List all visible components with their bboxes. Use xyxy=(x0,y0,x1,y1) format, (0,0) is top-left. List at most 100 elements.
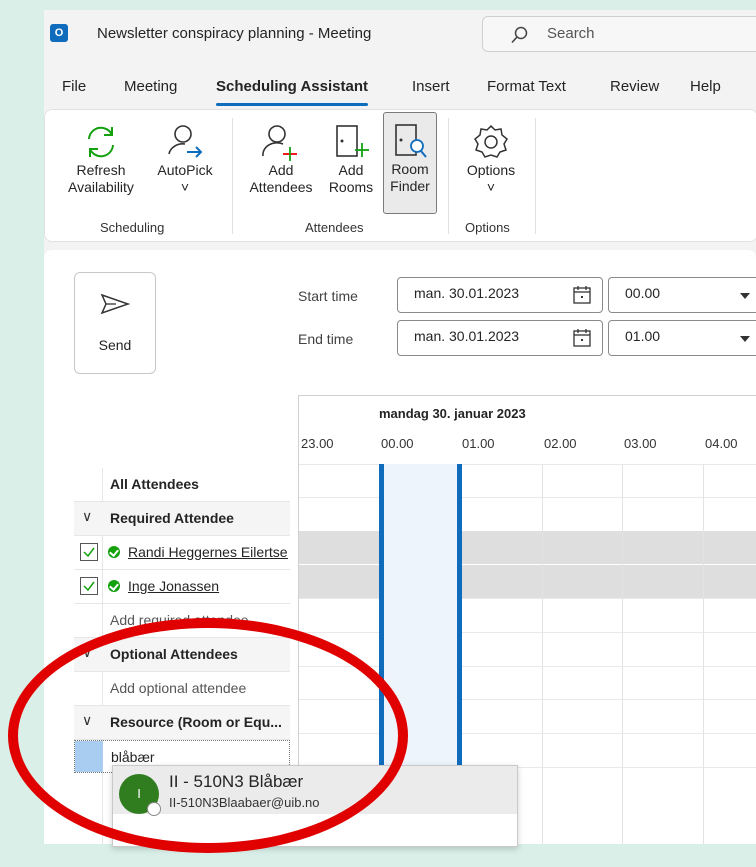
busy-row xyxy=(299,565,756,598)
chevron-down-icon[interactable]: ∨ xyxy=(82,712,92,729)
menu-bar: File Meeting Scheduling Assistant Insert… xyxy=(44,72,756,106)
grid-row-line xyxy=(299,733,756,734)
add-rooms-label-1: Add xyxy=(338,162,364,178)
search-icon xyxy=(511,26,528,44)
busy-row xyxy=(299,531,756,564)
attendee-row[interactable]: Randi Heggernes Eilertsen xyxy=(74,536,290,570)
grid-col-line xyxy=(622,464,623,844)
add-attendees-icon xyxy=(262,125,297,161)
send-button[interactable]: Send xyxy=(74,272,156,374)
attendee-name[interactable]: Randi Heggernes Eilertsen xyxy=(128,544,288,560)
refresh-icon xyxy=(88,126,114,158)
grid-row-line xyxy=(299,464,756,465)
end-time-value: 01.00 xyxy=(625,328,661,344)
search-box[interactable]: Search xyxy=(482,16,756,52)
resource-group-row[interactable]: ∨ Resource (Room or Equ... xyxy=(74,706,290,740)
grid-row-line xyxy=(299,497,756,498)
grid-row-line xyxy=(299,666,756,667)
refresh-label-2: Availability xyxy=(68,179,134,195)
refresh-availability-button[interactable]: Refresh Availability xyxy=(59,114,143,196)
group-label-scheduling: Scheduling xyxy=(100,220,165,235)
room-finder-label-1: Room xyxy=(391,161,429,177)
checkmark-icon xyxy=(83,581,95,592)
chevron-down-icon[interactable]: ∨ xyxy=(82,644,92,661)
options-chevron: ˅ xyxy=(486,179,496,195)
optional-group-row[interactable]: ∨ Optional Attendees xyxy=(74,638,290,672)
end-date-picker[interactable]: man. 30.01.2023 xyxy=(397,320,603,356)
end-time-label: End time xyxy=(298,331,354,347)
required-group-row[interactable]: ∨ Required Attendee xyxy=(74,502,290,536)
menu-format-text[interactable]: Format Text xyxy=(487,78,566,95)
end-time-select[interactable]: 01.00 xyxy=(608,320,756,356)
grid-row-line xyxy=(299,632,756,633)
group-separator xyxy=(448,118,449,234)
add-optional-attendee-input[interactable]: Add optional attendee xyxy=(110,680,288,696)
autocomplete-suggestion[interactable]: I II - 510N3 Blåbær II-510N3Blaabaer@uib… xyxy=(112,765,518,847)
optional-group-label: Optional Attendees xyxy=(110,646,238,662)
grid-row-line xyxy=(299,699,756,700)
autopick-icon xyxy=(168,125,203,158)
menu-meeting[interactable]: Meeting xyxy=(124,78,177,95)
add-optional-row[interactable]: Add optional attendee xyxy=(74,672,290,706)
start-date-value: man. 30.01.2023 xyxy=(414,285,520,301)
options-button[interactable]: Options ˅ xyxy=(458,114,524,196)
suggestion-name[interactable]: II - 510N3 Blåbær xyxy=(169,772,303,792)
add-required-row[interactable]: Add required attendee xyxy=(74,604,290,638)
calendar-icon[interactable] xyxy=(572,285,592,305)
menu-insert[interactable]: Insert xyxy=(412,78,450,95)
available-status-icon xyxy=(108,580,120,592)
attendee-checkbox[interactable] xyxy=(80,543,98,561)
send-icon xyxy=(100,293,130,315)
start-date-picker[interactable]: man. 30.01.2023 xyxy=(397,277,603,313)
available-status-icon xyxy=(108,546,120,558)
menu-scheduling-assistant[interactable]: Scheduling Assistant xyxy=(216,78,368,106)
attendee-name[interactable]: Inge Jonassen xyxy=(128,578,288,594)
hour-label: 00.00 xyxy=(381,436,414,451)
options-label: Options xyxy=(466,162,516,178)
room-finder-button[interactable]: Room Finder xyxy=(383,112,437,214)
required-group-label: Required Attendee xyxy=(110,510,234,526)
hour-label: 04.00 xyxy=(705,436,738,451)
group-separator xyxy=(535,118,536,234)
day-header: mandag 30. januar 2023 xyxy=(379,406,526,421)
checkmark-icon xyxy=(83,547,95,558)
hour-label: 01.00 xyxy=(462,436,495,451)
hour-label: 02.00 xyxy=(544,436,577,451)
add-rooms-label-2: Rooms xyxy=(328,179,374,195)
grid-col-line xyxy=(542,464,543,844)
menu-help[interactable]: Help xyxy=(690,78,721,95)
scheduling-pane: Send Start time man. 30.01.2023 00.00 En… xyxy=(44,250,756,844)
row-selector xyxy=(75,741,103,772)
suggestion-email: II-510N3Blaabaer@uib.no xyxy=(169,795,320,810)
start-time-select[interactable]: 00.00 xyxy=(608,277,756,313)
window-title: Newsletter conspiracy planning - Meeting xyxy=(97,25,372,42)
menu-file[interactable]: File xyxy=(62,78,86,95)
title-bar: O Newsletter conspiracy planning - Meeti… xyxy=(44,10,756,62)
attendee-row[interactable]: Inge Jonassen xyxy=(74,570,290,604)
start-time-value: 00.00 xyxy=(625,285,661,301)
add-rooms-icon xyxy=(336,125,369,157)
resource-group-label: Resource (Room or Equ... xyxy=(110,714,282,730)
room-finder-icon xyxy=(395,124,427,158)
resource-input[interactable]: blåbær xyxy=(111,749,289,765)
refresh-label-1: Refresh xyxy=(76,162,126,178)
add-attendees-button[interactable]: Add Attendees xyxy=(242,114,320,196)
autopick-label: AutoPick xyxy=(157,162,213,178)
presence-status-icon xyxy=(147,802,161,816)
add-rooms-button[interactable]: Add Rooms xyxy=(322,114,380,196)
chevron-down-icon[interactable]: ∨ xyxy=(82,508,92,525)
add-required-attendee-input[interactable]: Add required attendee xyxy=(110,612,288,628)
send-label: Send xyxy=(98,337,132,353)
attendee-checkbox[interactable] xyxy=(80,577,98,595)
outlook-logo-icon: O xyxy=(50,24,68,42)
group-label-options: Options xyxy=(465,220,510,235)
end-date-value: man. 30.01.2023 xyxy=(414,328,520,344)
add-attendees-label-1: Add xyxy=(268,162,294,178)
all-attendees-label: All Attendees xyxy=(110,476,199,492)
autopick-button[interactable]: AutoPick ˅ xyxy=(149,114,221,196)
start-time-label: Start time xyxy=(298,288,358,304)
hour-label: 03.00 xyxy=(624,436,657,451)
avatar: I xyxy=(119,774,161,816)
menu-review[interactable]: Review xyxy=(610,78,659,95)
calendar-icon[interactable] xyxy=(572,328,592,348)
